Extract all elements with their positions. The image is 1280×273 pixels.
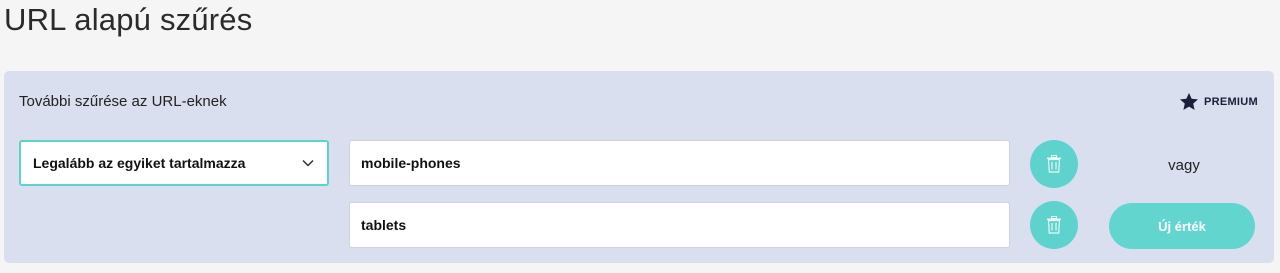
panel-heading: További szűrése az URL-eknek	[19, 93, 227, 110]
chevron-down-icon	[301, 156, 315, 170]
url-filter-panel: További szűrése az URL-eknek PREMIUM Leg…	[4, 71, 1274, 263]
condition-select[interactable]: Legalább az egyiket tartalmazza	[19, 140, 329, 186]
trash-icon	[1046, 216, 1062, 234]
new-value-button[interactable]: Új érték	[1109, 203, 1255, 249]
condition-select-value: Legalább az egyiket tartalmazza	[33, 155, 246, 171]
delete-value-button-1[interactable]	[1030, 140, 1078, 188]
url-value-input-2[interactable]	[349, 202, 1010, 248]
url-value-input-1[interactable]	[349, 140, 1010, 186]
trash-icon	[1046, 155, 1062, 173]
premium-label: PREMIUM	[1203, 96, 1258, 108]
or-label: vagy	[1168, 157, 1200, 174]
star-icon	[1178, 91, 1200, 113]
page-title: URL alapú szűrés	[4, 2, 253, 37]
premium-badge: PREMIUM	[1178, 91, 1258, 113]
delete-value-button-2[interactable]	[1030, 201, 1078, 249]
